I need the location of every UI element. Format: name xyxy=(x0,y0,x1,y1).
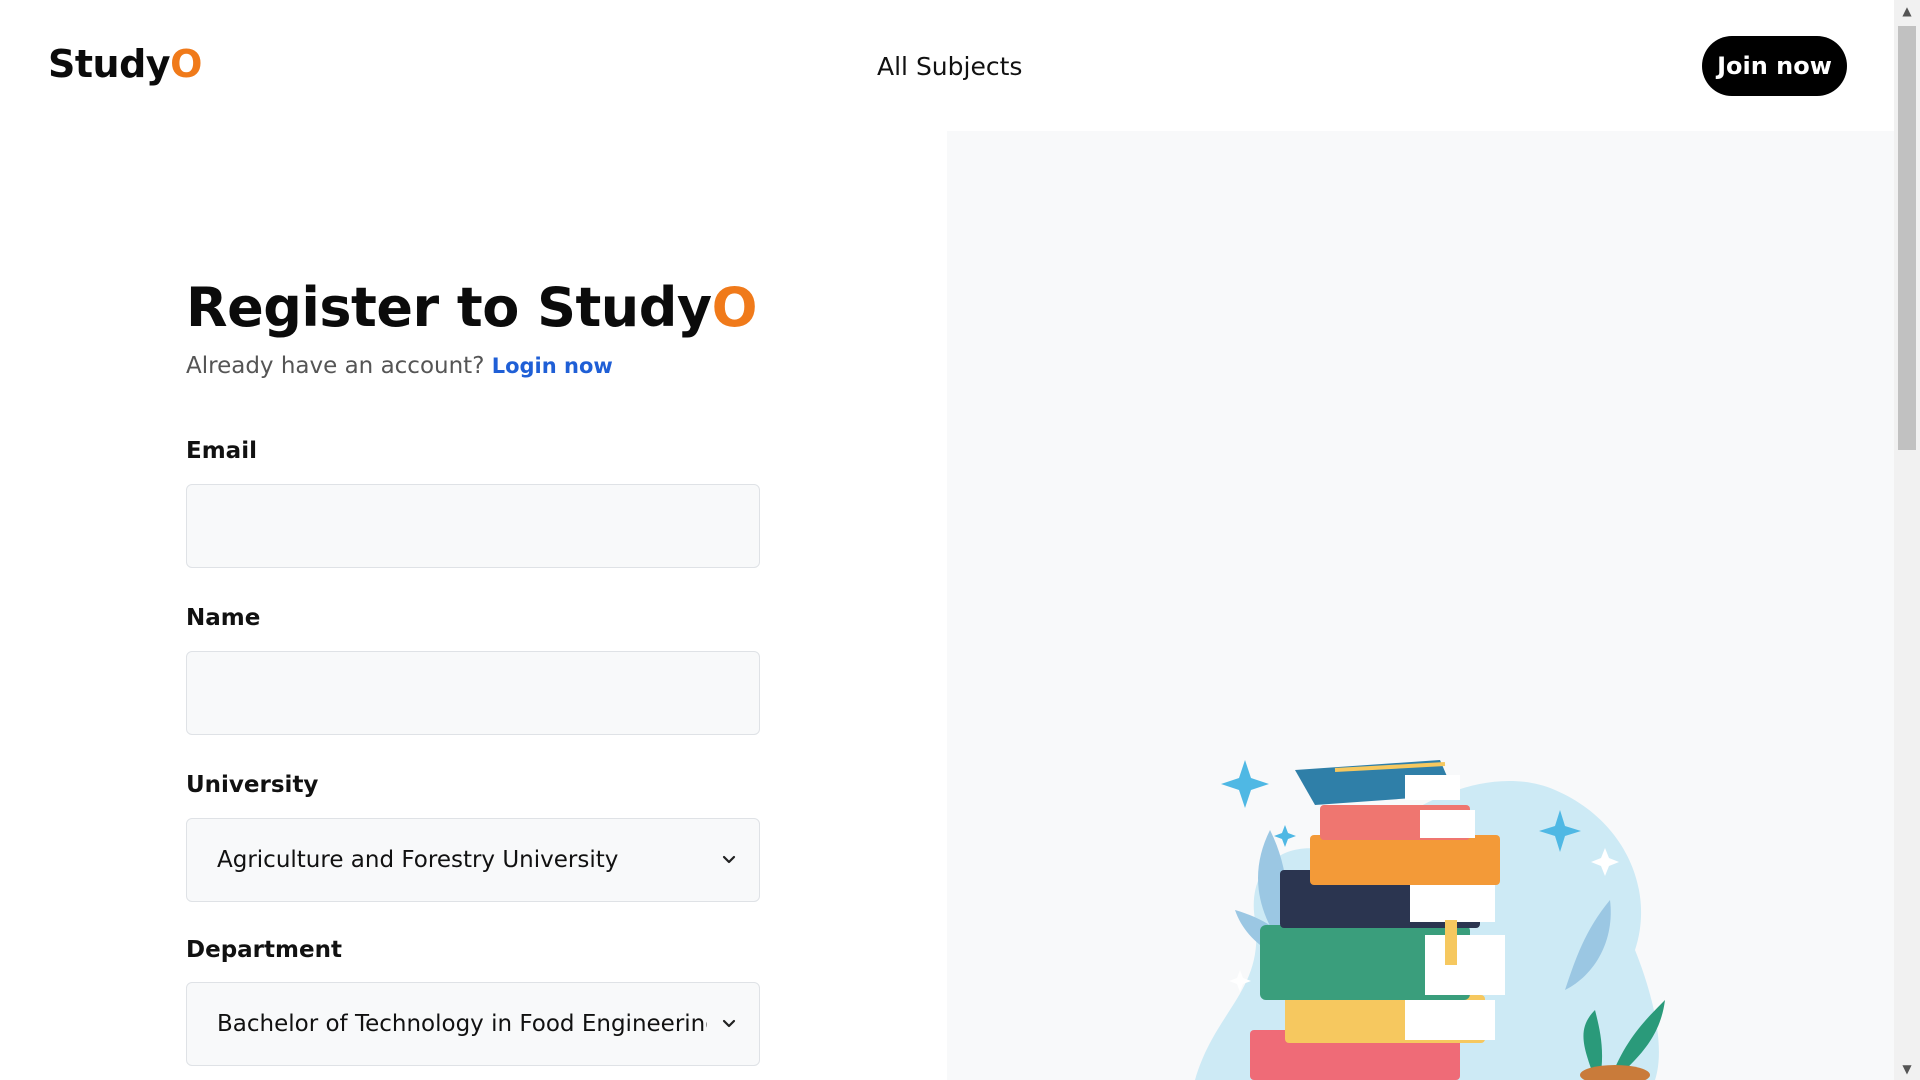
chevron-down-icon xyxy=(722,855,736,864)
email-label: Email xyxy=(186,438,257,464)
email-field[interactable] xyxy=(186,484,760,568)
department-select[interactable]: Bachelor of Technology in Food Engineeri… xyxy=(186,982,760,1066)
chevron-down-icon xyxy=(722,1019,736,1028)
university-select[interactable]: Agriculture and Forestry University xyxy=(186,818,760,902)
department-label: Department xyxy=(186,937,342,963)
name-field[interactable] xyxy=(186,651,760,735)
login-now-link[interactable]: Login now xyxy=(492,354,613,378)
login-prompt-text: Already have an account? xyxy=(186,353,485,379)
scroll-thumb[interactable] xyxy=(1898,26,1916,450)
login-prompt: Already have an account? Login now xyxy=(186,353,613,379)
sparkle-icon xyxy=(1221,760,1269,808)
department-selected-value: Bachelor of Technology in Food Engineeri… xyxy=(217,1011,707,1037)
scroll-up-arrow[interactable]: ▲ xyxy=(1894,0,1920,22)
logo[interactable]: StudyO xyxy=(48,42,202,86)
books-illustration xyxy=(1195,760,1665,1080)
logo-accent: O xyxy=(170,42,202,86)
scroll-down-arrow[interactable]: ▼ xyxy=(1894,1058,1920,1080)
join-now-button[interactable]: Join now xyxy=(1702,36,1847,96)
nav-all-subjects[interactable]: All Subjects xyxy=(877,52,1022,81)
page-title: Register to StudyO xyxy=(186,276,758,339)
scrollbar[interactable]: ▲ ▼ xyxy=(1894,0,1920,1080)
university-label: University xyxy=(186,772,319,798)
title-text: Register to Study xyxy=(186,276,712,339)
title-accent: O xyxy=(711,276,758,339)
logo-text: Study xyxy=(48,42,171,86)
name-label: Name xyxy=(186,605,261,631)
university-selected-value: Agriculture and Forestry University xyxy=(217,847,619,873)
